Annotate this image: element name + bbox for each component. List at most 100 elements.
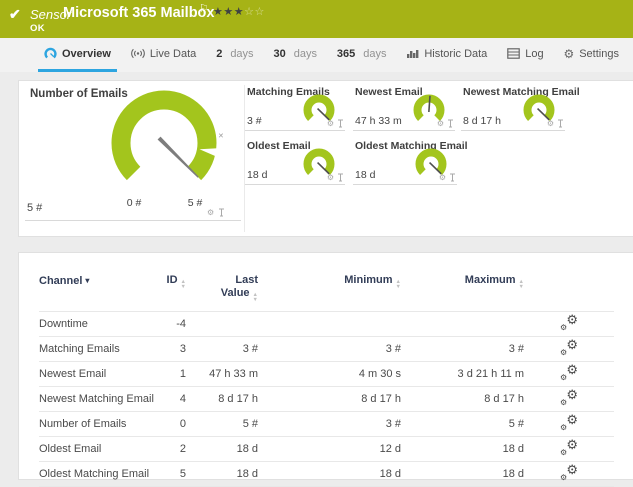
small-gauge-value: 3 # [247, 115, 262, 127]
column-label: Value [220, 287, 250, 299]
channel-settings-icon[interactable]: ⚙ ⚙ [560, 363, 578, 382]
minimum-value: 3 # [258, 336, 401, 362]
column-label: Last [235, 274, 258, 286]
tab-label: Settings [579, 47, 619, 60]
channel-settings-icon[interactable]: ⚙ ⚙ [560, 413, 578, 432]
gauge-gear-icon[interactable]: ⚙ [547, 119, 554, 128]
column-label: Maximum [464, 274, 516, 286]
gauge-needle [157, 136, 199, 178]
pin-icon[interactable] [337, 173, 344, 182]
tab-live-data[interactable]: Live Data [125, 38, 202, 72]
tab-log[interactable]: Log [501, 38, 549, 72]
channel-id: 2 [164, 436, 186, 462]
channel-name: Oldest Matching Email [39, 461, 164, 487]
sensor-title: Microsoft 365 Mailbox [63, 5, 215, 21]
table-row: Number of Emails 0 5 # 3 # 5 # ⚙ ⚙ [39, 411, 614, 437]
pin-icon[interactable] [447, 119, 454, 128]
status-badge: OK [30, 23, 45, 34]
small-gauge-title: Oldest Matching Email [355, 140, 468, 152]
pin-icon[interactable] [449, 173, 456, 182]
gauge-gear-icon[interactable]: ⚙ [439, 173, 446, 182]
column-header-minimum[interactable]: Minimum ▲ ▼ [258, 253, 401, 312]
star-icon[interactable]: ★ [223, 6, 233, 18]
pin-icon[interactable] [557, 119, 564, 128]
tab-settings[interactable]: ⚙ Settings [557, 38, 625, 72]
ok-check-icon: ✔ [9, 6, 21, 22]
column-header-last-value[interactable]: Last Value ▲ ▼ [186, 253, 258, 312]
tab-historic-data[interactable]: Historic Data [400, 38, 493, 72]
historic-data-chart-icon [407, 50, 419, 58]
priority-flag-icon[interactable]: ⚐ [199, 2, 209, 15]
last-value: 47 h 33 m [186, 361, 258, 387]
column-header-maximum[interactable]: Maximum ▲ ▼ [401, 253, 524, 312]
log-list-icon [507, 48, 521, 59]
last-value [186, 311, 258, 337]
settings-gear-icon: ⚙ [563, 46, 575, 61]
column-header-channel[interactable]: Channel ▾ [39, 253, 164, 312]
star-icon[interactable]: ☆ [244, 6, 254, 18]
last-value: 3 # [186, 336, 258, 362]
star-icon[interactable]: ★ [213, 6, 223, 18]
channel-name: Newest Email [39, 361, 164, 387]
main-gauge [111, 90, 218, 181]
channels-table: Channel ▾ ID ▲ ▼ Last Value ▲ ▼ Minimum ▲ ▼ Max… [39, 253, 614, 487]
star-icon[interactable]: ☆ [255, 6, 265, 18]
gauge-scale-min-label: 0 # [126, 197, 142, 209]
sensor-status-header: ✔ Sensor Microsoft 365 Mailbox ⚐ ★★★☆☆ O… [0, 0, 633, 38]
small-gauge-panel: Matching Emails 3 # ⚙ [245, 85, 345, 131]
table-row: Matching Emails 3 3 # 3 # 3 # ⚙ ⚙ [39, 336, 614, 362]
minimum-value: 4 m 30 s [258, 361, 401, 387]
sort-arrows-icon: ▲ ▼ [252, 292, 258, 303]
column-label: Channel [39, 275, 83, 287]
channel-id: 1 [164, 361, 186, 387]
tab-30-days[interactable]: 30 days [267, 38, 323, 72]
maximum-value: 18 d [401, 461, 524, 487]
tab-overview[interactable]: Overview [38, 38, 117, 72]
tab-365-days[interactable]: 365 days [331, 38, 393, 72]
maximum-value: 3 # [401, 336, 524, 362]
small-gauge-value: 18 d [355, 169, 376, 181]
column-label: Minimum [344, 274, 393, 286]
column-label: ID [166, 274, 178, 286]
peak-marker-icon: ✕ [218, 133, 224, 140]
minimum-value: 12 d [258, 436, 401, 462]
table-row: Newest Email 1 47 h 33 m 4 m 30 s 3 d 21… [39, 361, 614, 387]
priority-rating: ★★★☆☆ [213, 5, 265, 18]
gauge-gear-icon[interactable]: ⚙ [207, 208, 214, 217]
table-row: Oldest Matching Email 5 18 d 18 d 18 d ⚙… [39, 461, 614, 487]
overview-gauge-icon [44, 47, 57, 59]
gauge-gear-icon[interactable]: ⚙ [437, 119, 444, 128]
column-header-id[interactable]: ID ▲ ▼ [164, 253, 186, 312]
channel-id: 4 [164, 386, 186, 412]
small-gauge-panel: Oldest Matching Email 18 d ⚙ [353, 139, 468, 185]
channel-id: 0 [164, 411, 186, 437]
tab-2-days[interactable]: 2 days [210, 38, 259, 72]
gauge-gear-icon[interactable]: ⚙ [327, 119, 334, 128]
channels-table-card: Channel ▾ ID ▲ ▼ Last Value ▲ ▼ Minimum ▲ ▼ Max… [18, 252, 633, 487]
channel-settings-icon[interactable]: ⚙ ⚙ [560, 438, 578, 457]
sort-arrows-icon: ▲ ▼ [395, 279, 401, 290]
sort-arrows-icon: ▲ ▼ [518, 279, 524, 290]
tab-label: days [293, 47, 317, 60]
minimum-value: 8 d 17 h [258, 386, 401, 412]
last-value: 8 d 17 h [186, 386, 258, 412]
channel-id: -4 [164, 311, 186, 337]
sensor-tab-bar: Overview Live Data 2 days 30 days 365 da… [0, 38, 633, 72]
pin-icon[interactable] [218, 208, 225, 217]
channel-settings-icon[interactable]: ⚙ ⚙ [560, 313, 578, 332]
pin-icon[interactable] [337, 119, 344, 128]
maximum-value [401, 311, 524, 337]
live-data-broadcast-icon [131, 48, 145, 59]
channel-name: Newest Matching Email [39, 386, 164, 412]
sort-caret-icon: ▾ [85, 276, 90, 285]
small-gauge-value: 18 d [247, 169, 268, 181]
table-row: Downtime -4 ⚙ ⚙ [39, 311, 614, 337]
gauge-gear-icon[interactable]: ⚙ [327, 173, 334, 182]
tab-label: Historic Data [424, 47, 488, 60]
channel-name: Matching Emails [39, 336, 164, 362]
channel-settings-icon[interactable]: ⚙ ⚙ [560, 388, 578, 407]
star-icon[interactable]: ★ [234, 6, 244, 18]
channel-settings-icon[interactable]: ⚙ ⚙ [560, 338, 578, 357]
small-gauge-panel: Newest Email 47 h 33 m ⚙ [353, 85, 455, 131]
tab-label: Live Data [149, 47, 197, 60]
